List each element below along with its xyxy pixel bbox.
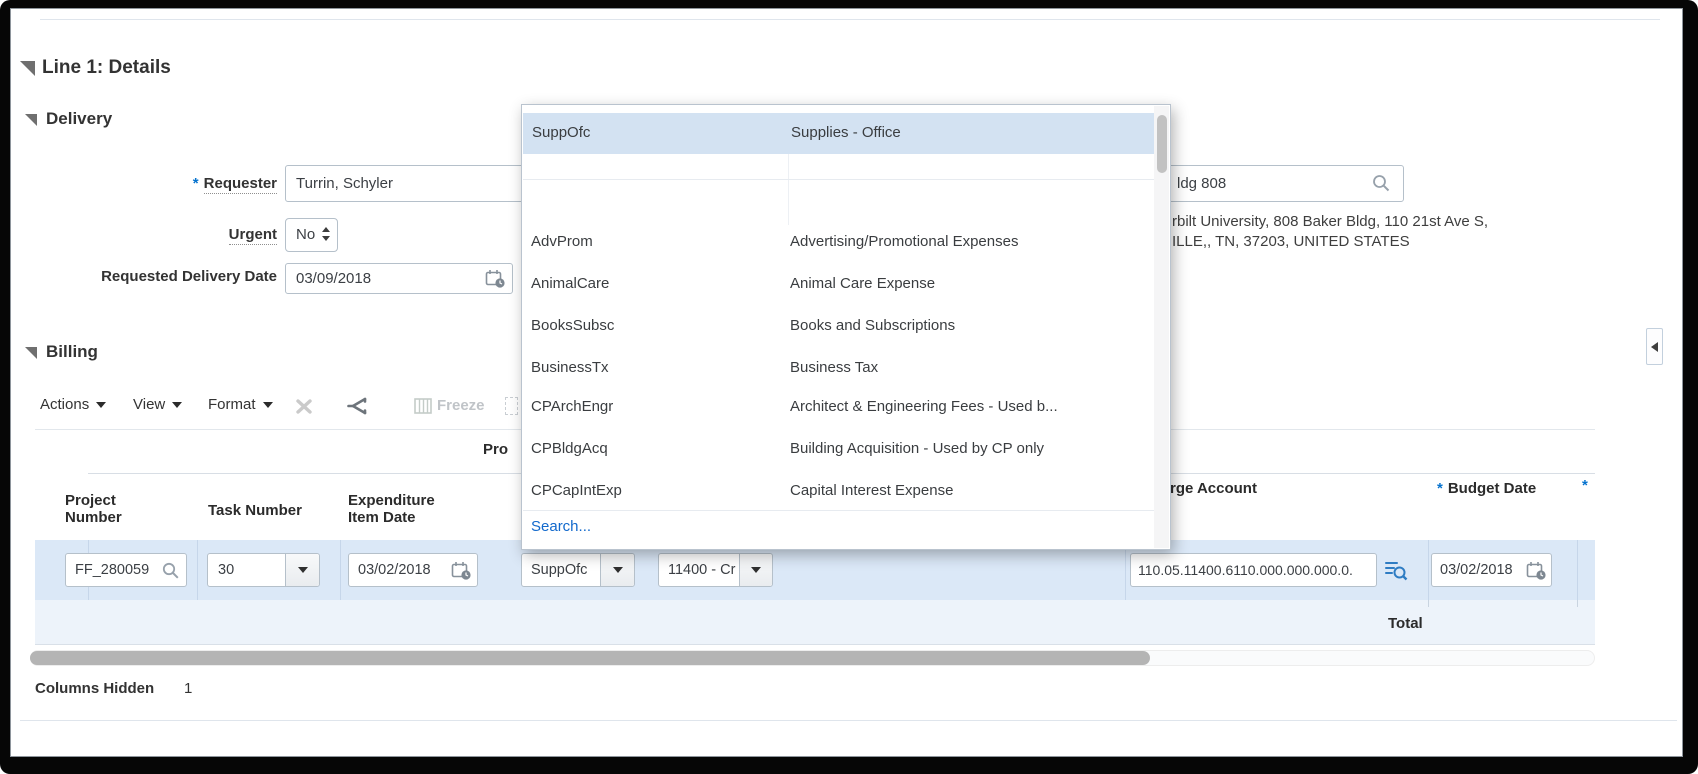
key-flexfield-icon[interactable] — [1384, 558, 1408, 582]
view-menu-button[interactable]: View — [133, 396, 183, 413]
dropdown-button[interactable] — [739, 554, 772, 586]
column-header-expenditure-item-date[interactable]: Expenditure Item Date — [348, 492, 435, 526]
dropdown-button[interactable] — [600, 554, 634, 586]
required-marker: * — [1437, 480, 1443, 497]
task-number-combo[interactable]: 30 — [207, 553, 320, 587]
divider — [523, 106, 1156, 113]
column-header-charge-account[interactable]: rge Account — [1170, 480, 1257, 497]
requested-delivery-date-label: Requested Delivery Date — [101, 268, 277, 285]
chevron-down-icon — [612, 567, 623, 573]
project-number-input[interactable]: FF_280059 — [65, 553, 187, 587]
divider — [788, 154, 789, 225]
divider — [1577, 600, 1578, 607]
divider — [40, 19, 1660, 20]
requester-input[interactable]: Turrin, Schyler — [285, 165, 555, 202]
total-label: Total — [1388, 615, 1423, 632]
panel-splitter-button[interactable] — [1646, 328, 1663, 365]
search-icon[interactable] — [162, 562, 180, 580]
search-icon[interactable] — [1372, 174, 1391, 193]
date-picker-icon[interactable] — [1526, 561, 1547, 581]
columns-hidden-value: 1 — [184, 680, 193, 697]
collapse-triangle-icon[interactable] — [20, 61, 35, 76]
chevron-down-icon — [262, 402, 273, 409]
divider — [20, 720, 1677, 721]
column-header-task-number[interactable]: Task Number — [208, 502, 302, 519]
column-group-header: Pro — [483, 441, 509, 458]
spinner-down-icon[interactable] — [322, 236, 330, 241]
expenditure-item-date-input[interactable]: 03/02/2018 — [348, 553, 478, 587]
section-title-delivery: Delivery — [46, 109, 113, 128]
chevron-down-icon — [297, 567, 308, 573]
deliver-to-address-line1: rbilt University, 808 Baker Bldg, 110 21… — [1172, 213, 1488, 230]
chevron-down-icon — [96, 402, 107, 409]
divider — [197, 540, 198, 600]
urgent-label: Urgent — [228, 226, 277, 245]
expenditure-type-combo[interactable]: SuppOfc — [521, 553, 635, 587]
urgent-spinner[interactable]: No — [285, 218, 338, 252]
dropdown-scrollbar-thumb[interactable] — [1157, 115, 1167, 173]
chevron-left-icon — [1651, 342, 1658, 352]
format-menu-button[interactable]: Format — [208, 396, 273, 413]
collapse-triangle-icon[interactable] — [25, 347, 37, 359]
app-window: Line 1: Details Delivery * Requester Turr… — [0, 0, 1698, 774]
expenditure-type-dropdown: SuppOfc Supplies - Office AdvProm Adverti… — [521, 104, 1171, 550]
dropdown-item-selected[interactable]: SuppOfc Supplies - Office — [523, 113, 1156, 154]
required-marker: * — [192, 175, 199, 192]
divider — [35, 644, 1595, 645]
dropdown-search-link[interactable]: Search... — [531, 518, 591, 535]
deliver-to-address-line2: ILLE,, TN, 37203, UNITED STATES — [1172, 233, 1410, 250]
delete-icon — [296, 399, 312, 414]
requested-delivery-date-input[interactable]: 03/09/2018 — [285, 263, 513, 294]
actions-menu-button[interactable]: Actions — [40, 396, 107, 413]
chevron-down-icon — [172, 402, 183, 409]
required-marker: * — [1582, 477, 1588, 494]
columns-hidden-label: Columns Hidden — [35, 680, 155, 697]
split-branch-icon[interactable] — [346, 395, 369, 417]
date-picker-icon[interactable] — [451, 561, 472, 581]
dropdown-button[interactable] — [285, 554, 319, 586]
freeze-icon — [414, 398, 432, 414]
divider — [340, 540, 341, 600]
freeze-button-label: Freeze — [437, 397, 485, 414]
account-combo[interactable]: 11400 - Cr — [658, 553, 773, 587]
page-title: Line 1: Details — [42, 57, 171, 78]
section-title-billing: Billing — [46, 342, 98, 361]
collapse-triangle-icon[interactable] — [25, 114, 37, 126]
divider — [1428, 540, 1429, 600]
total-row — [35, 600, 1595, 645]
budget-date-input[interactable]: 03/02/2018 — [1431, 553, 1552, 587]
divider — [1577, 540, 1578, 600]
divider — [523, 510, 1156, 511]
column-header-project-number[interactable]: Project Number — [65, 492, 122, 526]
divider — [1428, 600, 1429, 607]
spinner-up-icon[interactable] — [322, 227, 330, 232]
detach-icon — [505, 397, 518, 415]
column-header-budget-date[interactable]: * Budget Date — [1437, 480, 1536, 497]
divider — [523, 179, 1156, 180]
charge-account-input[interactable]: 110.05.11400.6110.000.000.000.0. — [1130, 553, 1377, 587]
date-picker-icon[interactable] — [485, 269, 506, 289]
chevron-down-icon — [751, 567, 761, 573]
requester-label: * Requester — [192, 175, 277, 194]
horizontal-scrollbar-thumb[interactable] — [30, 651, 1150, 665]
